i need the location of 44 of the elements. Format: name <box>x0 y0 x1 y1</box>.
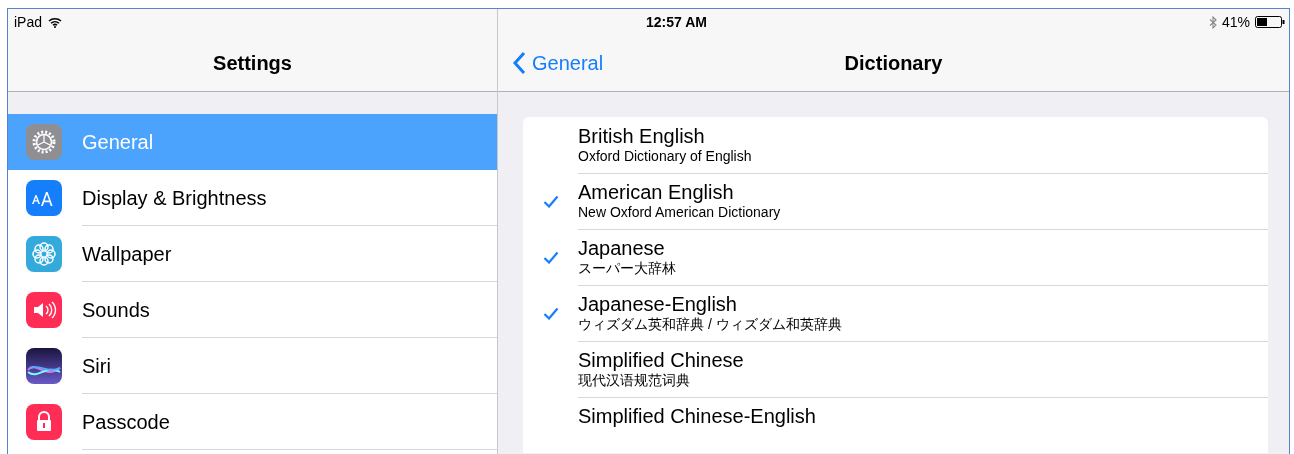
dictionary-subtitle: 现代汉语规范词典 <box>578 372 691 389</box>
dictionary-subtitle: スーパー大辞林 <box>578 260 676 277</box>
dictionary-subtitle: ウィズダム英和辞典 / ウィズダム和英辞典 <box>578 316 842 333</box>
bluetooth-icon <box>1208 15 1217 29</box>
dictionary-row[interactable]: Japanese スーパー大辞林 <box>523 229 1268 285</box>
dictionary-name: Japanese <box>578 236 666 260</box>
dictionary-subtitle: Oxford Dictionary of English <box>578 148 752 165</box>
wifi-icon <box>48 16 63 28</box>
lock-icon <box>26 404 62 440</box>
text-size-icon <box>26 180 62 216</box>
sidebar-label: General <box>82 130 154 154</box>
sidebar-label: Wallpaper <box>82 242 172 266</box>
device-name: iPad <box>14 14 43 30</box>
battery-percent: 41% <box>1221 14 1250 30</box>
dictionary-name: British English <box>578 124 706 148</box>
sidebar-item[interactable]: Display & Brightness <box>8 170 497 226</box>
dictionary-name: Japanese-English <box>578 292 738 316</box>
dictionary-row[interactable]: British English Oxford Dictionary of English <box>523 117 1268 173</box>
sidebar-item[interactable]: Sounds <box>8 282 497 338</box>
sidebar-label: Display & Brightness <box>82 186 267 210</box>
sidebar-item[interactable]: Siri <box>8 338 497 394</box>
sidebar-item[interactable]: Wallpaper <box>8 226 497 282</box>
dictionary-row[interactable]: American English New Oxford American Dictionary <box>523 173 1268 229</box>
dictionary-row[interactable]: Japanese-English ウィズダム英和辞典 / ウィズダム和英辞典 <box>523 285 1268 341</box>
dictionary-name: American English <box>578 180 735 204</box>
dictionary-name: Simplified Chinese <box>578 348 744 372</box>
gear-icon <box>26 124 62 160</box>
back-button[interactable]: General <box>498 51 604 75</box>
chevron-left-icon <box>512 51 526 75</box>
sidebar-label: Passcode <box>82 410 170 434</box>
wave-icon <box>26 348 62 384</box>
sidebar-label: Sounds <box>82 298 150 322</box>
dictionary-name: Simplified Chinese-English <box>578 404 816 428</box>
dictionary-subtitle: New Oxford American Dictionary <box>578 204 781 221</box>
battery-icon <box>1255 16 1285 28</box>
dictionary-row[interactable]: Simplified Chinese-English <box>523 397 1268 453</box>
status-time: 12:57 AM <box>646 14 707 30</box>
flower-icon <box>26 236 62 272</box>
page-title: Dictionary <box>844 51 943 75</box>
speaker-icon <box>26 292 62 328</box>
sidebar-title: Settings <box>213 50 292 76</box>
sidebar-label: Siri <box>82 354 111 378</box>
sidebar-item[interactable]: Passcode <box>8 394 497 450</box>
dictionary-row[interactable]: Simplified Chinese 现代汉语规范词典 <box>523 341 1268 397</box>
